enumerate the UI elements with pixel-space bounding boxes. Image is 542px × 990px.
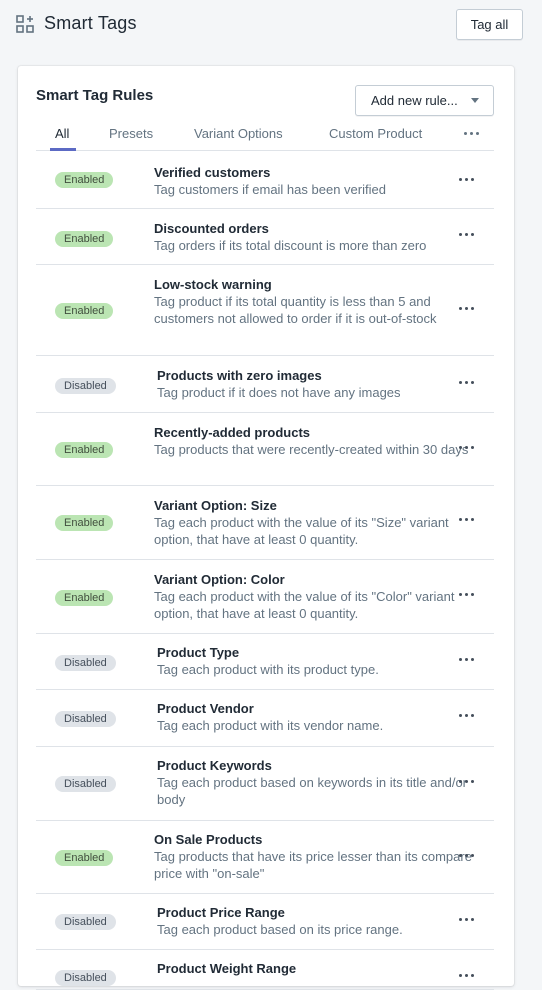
rule-row[interactable]: Disabled Product Keywords Tag each product…: [36, 747, 494, 821]
status-badge: Enabled: [55, 515, 114, 531]
rule-text: Recently-added products Tag products that…: [154, 424, 472, 458]
rule-text: Product Type Tag each product with its pr…: [157, 644, 475, 678]
more-actions-icon[interactable]: [459, 714, 474, 717]
smart-tag-rules-card: Smart Tag Rules Add new rule... All Pres…: [18, 66, 514, 990]
rules-list: Enabled Verified customers Tag customers i…: [36, 151, 494, 990]
rule-description: Tag each product based on its price rang…: [157, 922, 403, 937]
rule-name: Products with zero images: [157, 368, 322, 383]
rule-description: Tag each product with the value of its "…: [154, 589, 455, 621]
rule-name: Product Price Range: [157, 905, 285, 920]
caret-down-icon: [471, 98, 479, 103]
more-actions-icon[interactable]: [459, 593, 474, 596]
status-badge: Disabled: [55, 914, 116, 930]
rule-description: Tag each product with the value of its "…: [154, 515, 449, 547]
rule-name: Product Vendor: [157, 701, 254, 716]
rule-description: Tag each product based on keywords in it…: [157, 775, 468, 807]
rule-row[interactable]: Enabled Recently-added products Tag produc…: [36, 413, 494, 486]
more-actions-icon[interactable]: [459, 178, 474, 181]
rule-text: Verified customers Tag customers if email…: [154, 164, 472, 198]
more-actions-icon[interactable]: [459, 854, 474, 857]
rule-name: On Sale Products: [154, 832, 263, 847]
rule-row[interactable]: Enabled Variant Option: Size Tag each prod…: [36, 486, 494, 560]
rule-text: Product Price Range Tag each product base…: [157, 904, 475, 938]
rule-row[interactable]: Enabled Verified customers Tag customers i…: [36, 151, 494, 209]
more-actions-icon[interactable]: [459, 307, 474, 310]
rule-row[interactable]: Enabled Low-stock warning Tag product if i…: [36, 265, 494, 356]
add-new-rule-dropdown[interactable]: Add new rule...: [355, 85, 494, 116]
rule-text: Variant Option: Size Tag each product wit…: [154, 497, 472, 548]
tab-all[interactable]: All: [55, 126, 69, 141]
rule-name: Variant Option: Size: [154, 498, 277, 513]
more-actions-icon[interactable]: [459, 658, 474, 661]
tag-all-button[interactable]: Tag all: [456, 9, 523, 40]
rule-text: Product Vendor Tag each product with its …: [157, 700, 475, 734]
tab-custom-product[interactable]: Custom Product: [329, 126, 422, 141]
status-badge: Enabled: [55, 231, 114, 247]
status-badge: Enabled: [55, 172, 114, 188]
rule-name: Verified customers: [154, 165, 271, 180]
rule-name: Recently-added products: [154, 425, 311, 440]
status-badge: Disabled: [55, 711, 116, 727]
rule-name: Variant Option: Color: [154, 572, 285, 587]
rule-description: Tag each product with its vendor name.: [157, 718, 384, 733]
rule-row[interactable]: Disabled Product Price Range Tag each prod…: [36, 894, 494, 950]
rule-description: Tag customers if email has been verified: [154, 182, 386, 197]
rule-text: Products with zero images Tag product if …: [157, 367, 475, 401]
rule-description: Tag product if it does not have any imag…: [157, 385, 401, 400]
rule-description: Tag products that were recently-created …: [154, 442, 469, 457]
rule-row[interactable]: Enabled On Sale Products Tag products that…: [36, 821, 494, 894]
rule-text: On Sale Products Tag products that have i…: [154, 831, 472, 882]
top-bar: Smart Tags Tag all: [0, 0, 542, 50]
rule-row[interactable]: Disabled Product Type Tag each product wit…: [36, 634, 494, 690]
more-actions-icon[interactable]: [459, 381, 474, 384]
status-badge: Enabled: [55, 303, 114, 319]
status-badge: Enabled: [55, 850, 114, 866]
rule-row[interactable]: Enabled Discounted orders Tag orders if it…: [36, 209, 494, 265]
rule-tabs: All Presets Variant Options Custom Produ…: [36, 122, 494, 151]
rule-description: Tag orders if its total discount is more…: [154, 238, 427, 253]
rule-text: Product Weight Range: [157, 960, 475, 977]
tab-variant-options[interactable]: Variant Options: [194, 126, 283, 141]
rule-text: Variant Option: Color Tag each product wi…: [154, 571, 472, 622]
card-title: Smart Tag Rules: [36, 87, 154, 104]
rule-row[interactable]: Disabled Product Vendor Tag each product w…: [36, 690, 494, 747]
more-actions-icon[interactable]: [459, 780, 474, 783]
apps-grid-icon: [16, 15, 34, 33]
more-actions-icon[interactable]: [459, 518, 474, 521]
rule-name: Product Keywords: [157, 758, 272, 773]
status-badge: Enabled: [55, 590, 114, 606]
rule-description: Tag products that have its price lesser …: [154, 849, 472, 881]
status-badge: Enabled: [55, 442, 114, 458]
more-actions-icon[interactable]: [459, 233, 474, 236]
status-badge: Disabled: [55, 776, 116, 792]
status-badge: Disabled: [55, 655, 116, 671]
status-badge: Disabled: [55, 378, 116, 394]
rule-text: Product Keywords Tag each product based o…: [157, 757, 475, 808]
status-badge: Disabled: [55, 970, 116, 986]
tab-presets[interactable]: Presets: [109, 126, 153, 141]
add-new-rule-label: Add new rule...: [371, 93, 458, 108]
more-actions-icon[interactable]: [459, 446, 474, 449]
rule-name: Product Weight Range: [157, 961, 297, 976]
rule-row[interactable]: Disabled Product Weight Range: [36, 950, 494, 990]
rule-description: Tag product if its total quantity is les…: [154, 294, 437, 326]
page-title: Smart Tags: [44, 13, 137, 33]
more-tabs-icon[interactable]: [464, 132, 479, 135]
rule-name: Discounted orders: [154, 221, 269, 236]
rule-text: Discounted orders Tag orders if its total…: [154, 220, 472, 254]
rule-description: Tag each product with its product type.: [157, 662, 379, 677]
rule-text: Low-stock warning Tag product if its tota…: [154, 276, 472, 327]
rule-row[interactable]: Enabled Variant Option: Color Tag each pro…: [36, 560, 494, 634]
rule-name: Low-stock warning: [154, 277, 272, 292]
rule-row[interactable]: Disabled Products with zero images Tag pro…: [36, 356, 494, 413]
rule-name: Product Type: [157, 645, 240, 660]
more-actions-icon[interactable]: [459, 974, 474, 977]
more-actions-icon[interactable]: [459, 918, 474, 921]
